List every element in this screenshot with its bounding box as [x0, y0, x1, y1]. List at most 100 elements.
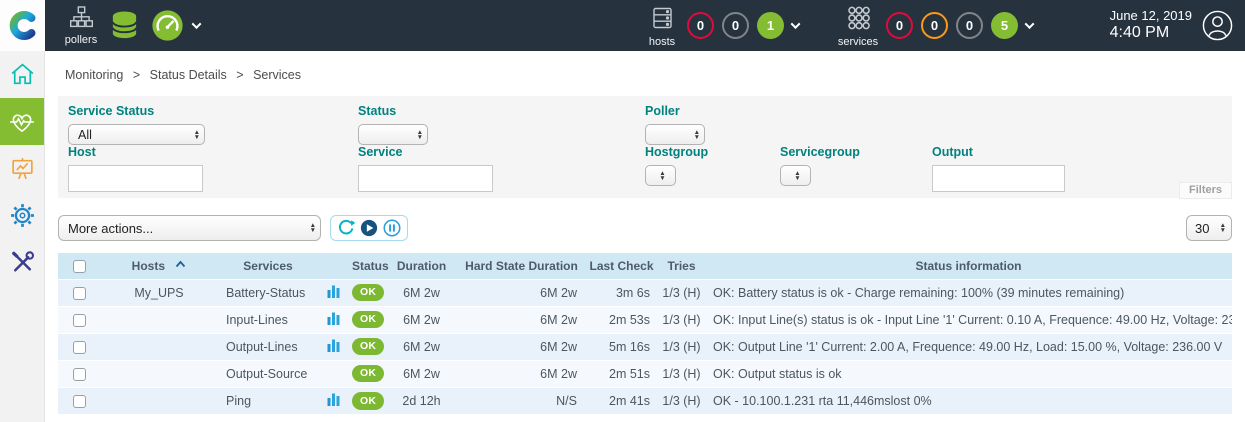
breadcrumb-separator: > [133, 68, 140, 82]
status-information-cell: OK: Battery status is ok - Charge remain… [705, 279, 1232, 306]
host-cell[interactable] [100, 306, 218, 333]
refresh-icon [337, 219, 355, 237]
counter-ok[interactable]: 5 [991, 12, 1018, 39]
filters-toggle-tab[interactable]: Filters [1179, 182, 1232, 199]
select-stepper-icon: ▲▼ [413, 130, 423, 140]
play-button[interactable] [360, 219, 378, 237]
counter-unknown[interactable]: 0 [956, 12, 983, 39]
service-cell[interactable]: Output-Lines [218, 333, 318, 360]
duration-cell: 6M 2w [385, 333, 458, 360]
graph-cell [318, 360, 348, 387]
sidebar-item-home[interactable] [0, 51, 44, 98]
hard-state-duration-cell: 6M 2w [458, 279, 585, 306]
output-input[interactable] [932, 165, 1065, 192]
column-header-graph [318, 253, 348, 279]
host-cell[interactable] [100, 333, 218, 360]
filter-panel: Service Status All ▲▼ Status ▲▼ Poller ▲… [58, 96, 1232, 198]
tries-cell: 1/3 (H) [658, 306, 705, 333]
select-all-checkbox[interactable] [73, 260, 86, 273]
service-row: Output-Source OK 6M 2w 6M 2w 2m 51s 1/3 … [58, 360, 1232, 387]
counter-unreachable[interactable]: 0 [722, 12, 749, 39]
centreon-logo-icon [9, 11, 36, 40]
row-checkbox[interactable] [73, 341, 86, 354]
sidebar [0, 51, 45, 422]
row-select-cell [58, 360, 100, 387]
counter-warning[interactable]: 0 [921, 12, 948, 39]
sidebar-item-administration[interactable] [0, 239, 44, 286]
services-table: Hosts Services Status Duration Hard Stat… [58, 253, 1232, 414]
more-actions-select[interactable]: More actions... ▲▼ [58, 215, 321, 241]
breadcrumb-separator: > [236, 68, 243, 82]
chevron-down-icon[interactable] [1025, 19, 1035, 29]
service-status-select[interactable]: All ▲▼ [68, 124, 205, 145]
refresh-button[interactable] [337, 219, 355, 237]
pollers-menu[interactable]: pollers [57, 6, 105, 46]
poller-select[interactable]: ▲▼ [645, 124, 705, 145]
time-text: 4:40 PM [1110, 24, 1192, 42]
page-size-select[interactable]: 30 ▲▼ [1186, 215, 1232, 241]
filter-output: Output [932, 145, 1065, 192]
host-cell[interactable] [100, 360, 218, 387]
filter-hostgroup: Hostgroup ▲▼ [645, 145, 708, 186]
status-information-cell: OK: Output status is ok [705, 360, 1232, 387]
column-header-last-check[interactable]: Last Check [585, 253, 658, 279]
sidebar-item-reports[interactable] [0, 145, 44, 192]
filter-status: Status ▲▼ [358, 104, 428, 145]
filter-host: Host [68, 145, 203, 192]
column-header-duration[interactable]: Duration [385, 253, 458, 279]
sidebar-item-configuration[interactable] [0, 192, 44, 239]
chevron-down-icon[interactable] [791, 19, 801, 29]
row-checkbox[interactable] [73, 314, 86, 327]
graph-icon[interactable] [327, 314, 340, 328]
user-icon [1201, 9, 1234, 42]
column-header-tries[interactable]: Tries [658, 253, 705, 279]
breadcrumb-item-services[interactable]: Services [253, 68, 301, 82]
column-header-hosts[interactable]: Hosts [100, 253, 218, 279]
host-input[interactable] [68, 165, 203, 192]
services-label: services [834, 36, 882, 48]
database-status-icon[interactable] [109, 10, 140, 46]
service-cell[interactable]: Battery-Status [218, 279, 318, 306]
service-input[interactable] [358, 165, 493, 192]
counter-down[interactable]: 0 [687, 12, 714, 39]
user-menu[interactable] [1201, 9, 1234, 47]
column-header-hard-state-duration[interactable]: Hard State Duration [458, 253, 585, 279]
host-cell[interactable]: My_UPS [100, 279, 218, 306]
services-menu[interactable]: services [834, 6, 882, 48]
graph-icon[interactable] [327, 287, 340, 301]
service-cell[interactable]: Input-Lines [218, 306, 318, 333]
status-select[interactable]: ▲▼ [358, 124, 428, 145]
centreon-logo[interactable] [0, 0, 45, 51]
servicegroup-select[interactable]: ▲▼ [780, 165, 811, 186]
pollers-icon [69, 6, 94, 28]
graph-cell [318, 306, 348, 333]
row-checkbox[interactable] [73, 368, 86, 381]
sidebar-item-monitoring[interactable] [0, 98, 44, 145]
gauge-status-menu[interactable] [151, 9, 200, 42]
breadcrumb-item-status-details[interactable]: Status Details [150, 68, 227, 82]
graph-icon[interactable] [327, 395, 340, 409]
service-row: Output-Lines OK 6M 2w 6M 2w 5m 16s 1/3 (… [58, 333, 1232, 360]
column-header-status-information[interactable]: Status information [705, 253, 1232, 279]
graph-icon[interactable] [327, 341, 340, 355]
select-all-cell [58, 253, 100, 279]
pause-button[interactable] [383, 219, 401, 237]
column-header-status[interactable]: Status [348, 253, 385, 279]
hosts-menu[interactable]: hosts [641, 6, 683, 48]
status-badge: OK [352, 284, 384, 302]
select-stepper-icon: ▲▼ [1216, 223, 1226, 233]
breadcrumb-item-monitoring[interactable]: Monitoring [65, 68, 123, 82]
main-content: Monitoring > Status Details > Services S… [46, 51, 1245, 414]
centreon-app: pollers [0, 0, 1245, 422]
row-checkbox[interactable] [73, 395, 86, 408]
host-cell[interactable] [100, 387, 218, 414]
column-header-services[interactable]: Services [218, 253, 318, 279]
counter-critical[interactable]: 0 [886, 12, 913, 39]
service-cell[interactable]: Output-Source [218, 360, 318, 387]
status-cell: OK [348, 333, 385, 360]
counter-up[interactable]: 1 [757, 12, 784, 39]
hostgroup-select[interactable]: ▲▼ [645, 165, 676, 186]
service-cell[interactable]: Ping [218, 387, 318, 414]
row-checkbox[interactable] [73, 287, 86, 300]
graph-cell [318, 279, 348, 306]
